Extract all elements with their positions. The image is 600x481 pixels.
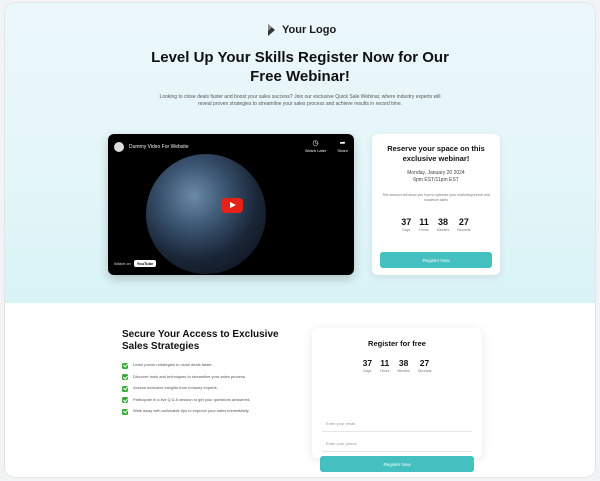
countdown-value: 37 bbox=[401, 217, 412, 227]
countdown-value: 27 bbox=[419, 358, 430, 368]
check-icon bbox=[122, 362, 128, 369]
page-title: Level Up Your Skills Register Now for Ou… bbox=[151, 49, 449, 85]
reserve-card: Reserve your space on this exclusive web… bbox=[372, 134, 500, 275]
reserve-title: Reserve your space on this exclusive web… bbox=[387, 144, 485, 163]
benefit-text: Learn proven strategies to close deals f… bbox=[133, 362, 213, 367]
access-title: Secure Your Access to Exclusive Sales St… bbox=[122, 329, 279, 352]
countdown-value: 38 bbox=[437, 217, 448, 227]
landing-page: Your Logo Level Up Your Skills Register … bbox=[5, 3, 595, 477]
list-item: Learn proven strategies to close deals f… bbox=[122, 362, 302, 369]
email-field[interactable] bbox=[322, 415, 472, 432]
hero-section: Your Logo Level Up Your Skills Register … bbox=[5, 3, 595, 303]
countdown-label: Days bbox=[363, 369, 372, 373]
countdown-minutes: 38 Minutes bbox=[397, 358, 409, 374]
share-label: Share bbox=[337, 148, 348, 153]
countdown-days: 37 Days bbox=[401, 217, 411, 233]
phone-field[interactable] bbox=[322, 435, 472, 452]
play-icon[interactable] bbox=[221, 198, 243, 213]
countdown-value: 11 bbox=[419, 217, 429, 227]
watch-on-youtube[interactable]: Watch on YouTube bbox=[114, 260, 157, 267]
countdown-value: 11 bbox=[380, 358, 390, 368]
benefit-text: Walk away with actionable tips to improv… bbox=[133, 408, 250, 413]
countdown-seconds: 27 Seconds bbox=[457, 217, 471, 233]
webinar-datetime: Monday, January 20 2024 6pm EST/11pm EST bbox=[378, 170, 494, 184]
countdown-value: 37 bbox=[362, 358, 373, 368]
countdown-label: Minutes bbox=[397, 369, 410, 373]
countdown-label: Seconds bbox=[417, 369, 432, 373]
benefit-text: Access exclusive insights from industry … bbox=[133, 385, 218, 390]
benefit-text: Participate in a live Q & A session to g… bbox=[133, 396, 251, 402]
list-item: Participate in a live Q & A session to g… bbox=[122, 396, 302, 403]
youtube-logo: YouTube bbox=[133, 260, 157, 267]
watch-later-button[interactable]: ◷ Watch Later bbox=[305, 140, 326, 153]
watch-later-label: Watch Later bbox=[304, 148, 327, 153]
webinar-time: 6pm EST/11pm EST bbox=[413, 177, 459, 183]
webinar-date: Monday, January 20 2024 bbox=[407, 170, 465, 176]
check-icon bbox=[122, 397, 128, 403]
logo-text: Your Logo bbox=[282, 24, 337, 36]
check-icon bbox=[122, 374, 128, 380]
countdown-label: Seconds bbox=[457, 228, 471, 232]
video-player[interactable]: Dummy Video For Website ◷ Watch Later ➦ … bbox=[108, 134, 354, 275]
hero-description: Looking to close deals faster and boost … bbox=[159, 94, 441, 107]
logo-icon bbox=[267, 23, 276, 37]
countdown-label: Minutes bbox=[436, 228, 450, 232]
register-title: Register for free bbox=[368, 339, 426, 348]
countdown-minutes: 38 Minutes bbox=[437, 217, 449, 233]
channel-avatar[interactable] bbox=[114, 141, 124, 152]
list-item: Access exclusive insights from industry … bbox=[122, 385, 302, 392]
countdown-value: 38 bbox=[398, 358, 409, 368]
countdown-label: Hours bbox=[419, 228, 429, 232]
check-icon bbox=[122, 385, 128, 392]
register-now-button[interactable]: Register Now bbox=[380, 252, 492, 268]
countdown-days: 37 Days bbox=[363, 358, 372, 374]
countdown-label: Days bbox=[402, 228, 411, 232]
register-card: Register for free 37 Days 11 Hours 38 Mi… bbox=[312, 328, 482, 472]
video-title[interactable]: Dummy Video For Website bbox=[129, 144, 294, 150]
list-item: Walk away with actionable tips to improv… bbox=[122, 408, 302, 415]
countdown-value: 27 bbox=[458, 217, 469, 227]
countdown-seconds: 27 Seconds bbox=[418, 358, 432, 374]
countdown-timer: 37 Days 11 Hours 38 Minutes 27 Seconds bbox=[372, 217, 500, 233]
share-button[interactable]: ➦ Share bbox=[337, 140, 348, 153]
clock-icon: ◷ bbox=[312, 140, 319, 147]
register-now-button[interactable]: Register Now bbox=[320, 456, 474, 472]
countdown-timer: 37 Days 11 Hours 38 Minutes 27 Seconds bbox=[312, 358, 482, 374]
watch-on-label: Watch on bbox=[114, 261, 131, 266]
benefit-list: Learn proven strategies to close deals f… bbox=[122, 362, 302, 420]
benefit-text: Discover tools and techniques to streaml… bbox=[133, 373, 246, 379]
logo[interactable]: Your Logo bbox=[267, 23, 336, 37]
countdown-label: Hours bbox=[380, 369, 390, 373]
countdown-hours: 11 Hours bbox=[380, 358, 389, 374]
list-item: Discover tools and techniques to streaml… bbox=[122, 373, 302, 380]
share-icon: ➦ bbox=[339, 140, 346, 147]
video-header: Dummy Video For Website ◷ Watch Later ➦ … bbox=[114, 140, 348, 153]
countdown-hours: 11 Hours bbox=[419, 217, 429, 233]
access-section: Secure Your Access to Exclusive Sales St… bbox=[5, 303, 595, 477]
reserve-note: This session will show you how to optimi… bbox=[382, 193, 490, 202]
video-thumbnail bbox=[146, 154, 266, 274]
check-icon bbox=[122, 408, 128, 415]
